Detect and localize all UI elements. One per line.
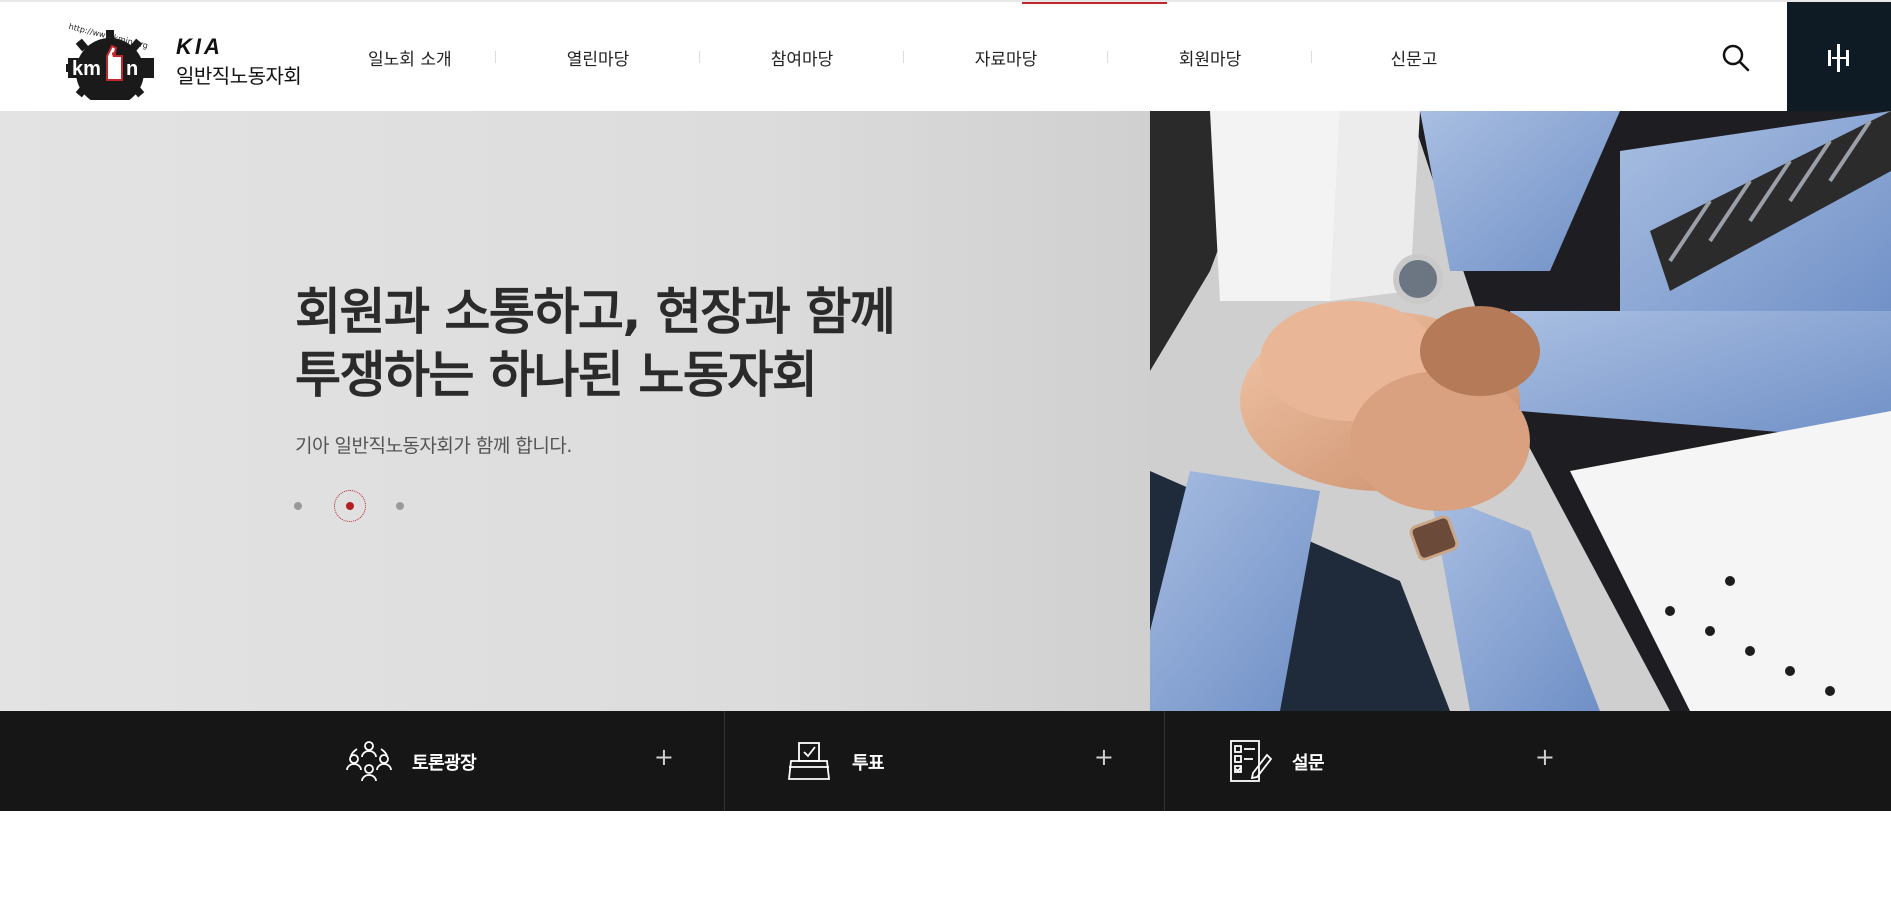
svg-text:n: n: [126, 58, 138, 80]
survey-checklist-icon: [1230, 740, 1273, 782]
nav-item-about[interactable]: 일노회 소개: [328, 45, 496, 70]
quick-link-survey[interactable]: 설문 +: [1165, 711, 1605, 811]
search-button[interactable]: [1718, 40, 1754, 76]
main-nav: 일노회 소개 열린마당 참여마당 자료마당 회원마당 신문고: [328, 2, 1516, 113]
hero-title-line-1: 회원과 소통하고, 현장과 함께: [295, 283, 896, 341]
slider-dot-3[interactable]: [396, 502, 404, 510]
quick-link-label: 투표: [852, 753, 885, 774]
quick-link-label: 설문: [1292, 753, 1325, 774]
nav-item-petition[interactable]: 신문고: [1312, 45, 1516, 70]
site-header: km n http://www.kmin.org KIA 일반직노동자회 일노회…: [0, 0, 1891, 113]
org-name: 일반직노동자회: [176, 64, 302, 88]
hero-title-line-2: 투쟁하는 하나된 노동자회: [295, 346, 818, 404]
hero-subtitle: 기아 일반직노동자회가 함께 합니다.: [295, 435, 572, 457]
hero-banner: 회원과 소통하고, 현장과 함께 투쟁하는 하나된 노동자회 기아 일반직노동자…: [0, 111, 1891, 711]
nav-item-participation[interactable]: 참여마당: [700, 45, 904, 70]
plus-icon[interactable]: +: [654, 743, 674, 771]
menu-bars-icon: [1828, 44, 1849, 72]
hero-title: 회원과 소통하고, 현장과 함께 투쟁하는 하나된 노동자회: [295, 281, 896, 407]
quick-link-vote[interactable]: 투표 +: [725, 711, 1165, 811]
ballot-box-icon: [787, 742, 831, 780]
nav-item-open-forum[interactable]: 열린마당: [496, 45, 700, 70]
svg-text:km: km: [72, 58, 101, 80]
hero-teamwork-hands-image: [1150, 111, 1891, 711]
quick-links-bar: 토론광장 + 투표 + 설문 +: [0, 711, 1891, 811]
slider-pagination: [288, 486, 428, 526]
slider-dot-2[interactable]: [346, 502, 354, 510]
plus-icon[interactable]: +: [1094, 743, 1114, 771]
nav-item-members[interactable]: 회원마당: [1108, 45, 1312, 70]
search-icon: [1722, 44, 1750, 72]
discussion-people-icon: [346, 741, 392, 782]
quick-bar-spacer: [0, 711, 285, 811]
menu-button[interactable]: [1787, 2, 1891, 113]
plus-icon[interactable]: +: [1535, 743, 1555, 771]
slider-dot-1[interactable]: [294, 502, 302, 510]
nav-item-resources[interactable]: 자료마당: [904, 45, 1108, 70]
kia-brand-logo: KIA: [176, 34, 223, 59]
quick-link-label: 토론광장: [412, 753, 477, 774]
quick-link-discussion[interactable]: 토론광장 +: [285, 711, 725, 811]
site-logo[interactable]: km n http://www.kmin.org KIA 일반직노동자회: [50, 20, 310, 100]
